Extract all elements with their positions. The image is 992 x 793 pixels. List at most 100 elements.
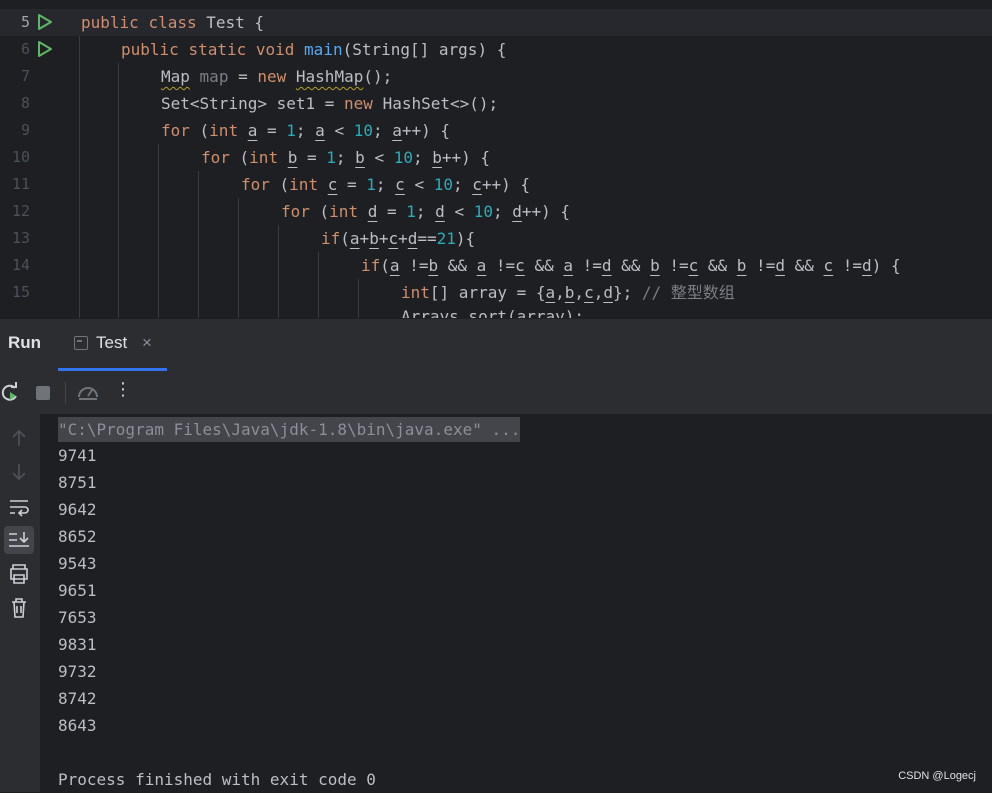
code-text: (String[] args) { xyxy=(342,40,507,59)
line-number: 11 xyxy=(11,175,30,193)
run-main-icon[interactable] xyxy=(36,40,54,58)
type-warning: HashMap xyxy=(295,67,364,86)
code-text: , xyxy=(555,283,565,302)
loop-variable: a xyxy=(389,256,400,275)
code-text: = xyxy=(377,202,407,221)
process-finished-message: Process finished with exit code 0 xyxy=(58,770,376,789)
loop-variable: a xyxy=(392,121,402,140)
number-literal: 1 xyxy=(326,148,336,167)
code-text: = xyxy=(337,175,367,194)
indent-guide xyxy=(158,144,159,318)
code-text: ; xyxy=(335,148,356,167)
console-output[interactable]: "C:\Program Files\Java\jdk-1.8\bin\java.… xyxy=(40,414,992,792)
up-arrow-icon[interactable] xyxy=(4,424,34,452)
loop-variable: d xyxy=(603,283,613,302)
loop-variable: c xyxy=(388,229,399,248)
line-number: 6 xyxy=(20,40,30,58)
print-icon[interactable] xyxy=(4,560,34,588)
line-number: 5 xyxy=(20,13,30,31)
code-text: != xyxy=(399,256,429,275)
code-text: != xyxy=(659,256,689,275)
indent-guide xyxy=(318,252,319,318)
scroll-to-end-icon[interactable] xyxy=(4,526,34,554)
code-text: < xyxy=(444,202,474,221)
loop-variable: a xyxy=(349,229,360,248)
code-text: ( xyxy=(189,121,210,140)
code-text: (); xyxy=(363,67,393,86)
trash-icon[interactable] xyxy=(4,594,34,622)
profiler-icon[interactable] xyxy=(76,381,100,405)
keyword: if xyxy=(361,256,381,275)
loop-variable: c xyxy=(823,256,834,275)
line-number: 7 xyxy=(20,67,30,85)
code-text: = xyxy=(257,121,287,140)
tab-test[interactable]: Test × xyxy=(58,319,168,371)
close-icon[interactable]: × xyxy=(142,333,152,353)
loop-variable: b xyxy=(369,229,379,248)
indent-guide xyxy=(278,225,279,318)
loop-variable: b xyxy=(355,148,365,167)
keyword: new xyxy=(257,67,287,86)
output-line: 9741 xyxy=(58,446,97,465)
code-text: && xyxy=(524,256,564,275)
keyword: static xyxy=(188,40,247,59)
output-line: 9543 xyxy=(58,554,97,573)
command-line[interactable]: "C:\Program Files\Java\jdk-1.8\bin\java.… xyxy=(58,417,521,442)
loop-variable: b xyxy=(564,283,575,302)
code-text: ++) { xyxy=(481,175,531,194)
down-arrow-icon[interactable] xyxy=(4,458,34,486)
toolbar-separator xyxy=(65,382,66,404)
code-text: ( xyxy=(229,148,250,167)
line-number: 8 xyxy=(20,94,30,112)
code-text: HashSet<>(); xyxy=(372,94,499,113)
loop-variable: d xyxy=(435,202,445,221)
loop-variable: d xyxy=(862,256,872,275)
code-text: && xyxy=(698,256,737,275)
number-literal: 21 xyxy=(436,229,456,248)
number-literal: 10 xyxy=(393,148,413,167)
code-text: = xyxy=(297,148,327,167)
line-number: 9 xyxy=(20,121,30,139)
code-line: for (int d = 1; d < 10; d++) { xyxy=(281,198,570,225)
code-line: for (int c = 1; c < 10; c++) { xyxy=(241,171,530,198)
loop-variable: a xyxy=(247,121,258,140)
code-text: , xyxy=(574,283,585,302)
loop-variable: b xyxy=(428,256,439,275)
code-text: ++) { xyxy=(521,202,571,221)
method-name: main xyxy=(304,40,343,59)
run-panel-title: Run xyxy=(8,333,42,352)
run-class-icon[interactable] xyxy=(36,13,54,31)
rerun-icon[interactable] xyxy=(0,381,22,405)
output-line: 9642 xyxy=(58,500,97,519)
output-line: 7653 xyxy=(58,608,97,627)
keyword: new xyxy=(344,94,373,113)
loop-variable: c xyxy=(584,283,594,302)
code-line-clipped: Arrays.sort(array); xyxy=(401,307,585,318)
line-number: 12 xyxy=(11,202,30,220)
keyword: for xyxy=(201,148,230,167)
code-text: Set<String> set1 = xyxy=(161,94,345,113)
code-editor[interactable]: 5 6 7 8 9 10 11 12 13 14 15 public class… xyxy=(0,0,992,318)
code-text: { xyxy=(244,13,265,32)
type-warning: Map xyxy=(161,67,190,86)
console-icon xyxy=(74,336,88,350)
keyword: class xyxy=(148,13,197,32)
code-text: = xyxy=(228,67,258,86)
indent-guide xyxy=(118,63,119,318)
code-text: ; xyxy=(492,202,513,221)
code-text: != xyxy=(833,256,863,275)
more-options-icon[interactable]: ⋮ xyxy=(111,379,135,403)
code-comment: // 整型数组 xyxy=(641,283,735,302)
code-text: ) { xyxy=(871,256,901,275)
code-text: [] array = { xyxy=(429,283,546,302)
code-text: == xyxy=(417,229,437,248)
keyword: int xyxy=(249,148,279,167)
output-line: 8652 xyxy=(58,527,97,546)
indent-guide xyxy=(238,198,239,318)
code-line: if(a+b+c+d==21){ xyxy=(321,225,475,252)
output-line: 9651 xyxy=(58,581,97,600)
code-text: + xyxy=(398,229,408,248)
stop-icon[interactable] xyxy=(31,381,55,405)
soft-wrap-icon[interactable] xyxy=(4,493,34,521)
run-toolbar: ⋮ xyxy=(0,371,992,414)
